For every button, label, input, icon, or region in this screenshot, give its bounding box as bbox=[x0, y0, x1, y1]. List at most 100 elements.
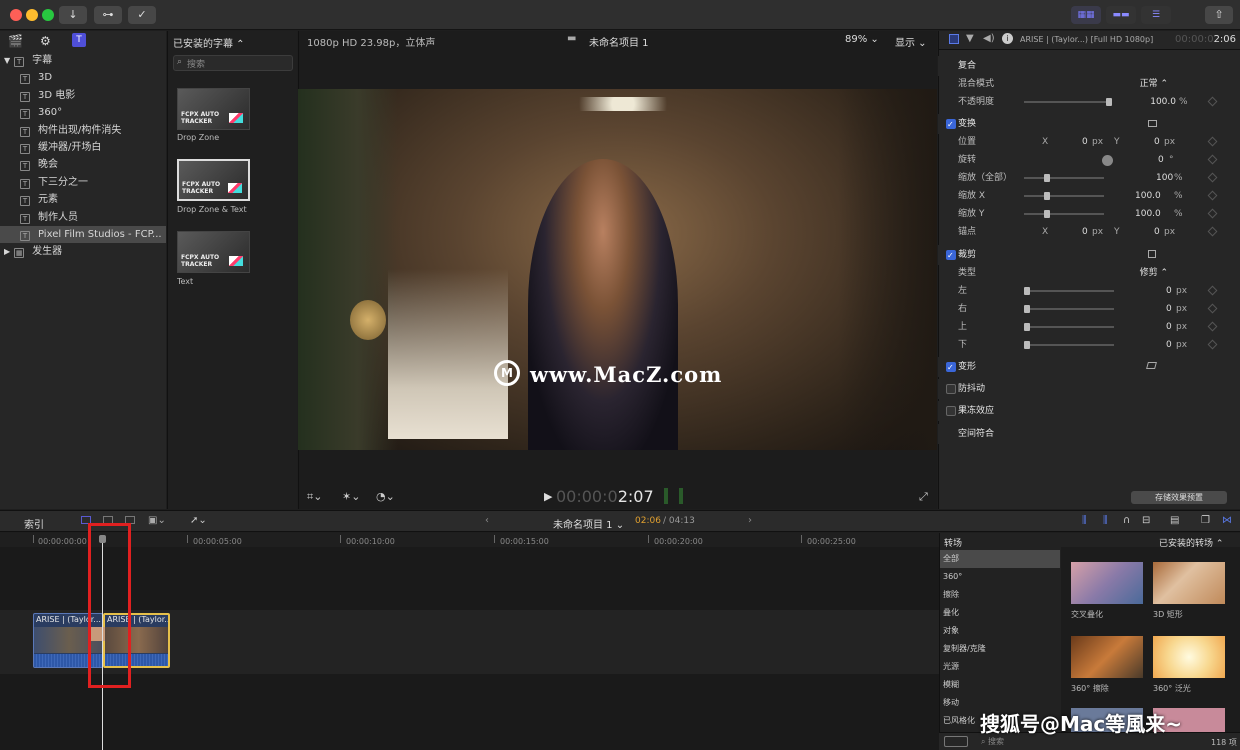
timeline-ruler[interactable] bbox=[0, 533, 939, 547]
anchor-y-value[interactable]: 0 bbox=[1154, 223, 1160, 241]
tree-item[interactable]: T 构件出现/构件消失 bbox=[0, 122, 166, 139]
keyframe-icon[interactable] bbox=[1207, 172, 1218, 183]
background-tasks-button[interactable]: ✓ bbox=[128, 6, 156, 24]
audio-inspector-icon[interactable]: ◀) bbox=[983, 33, 995, 44]
title-thumbnail-drop-zone[interactable]: FCPX AUTO TRACKER bbox=[177, 88, 250, 130]
snapping-icon[interactable]: ⊟ bbox=[1142, 515, 1150, 526]
transition-category-item[interactable]: 光源 bbox=[940, 658, 1060, 676]
scale-y-value[interactable]: 100.0 bbox=[1135, 205, 1161, 223]
play-button[interactable]: ▶ bbox=[544, 490, 552, 503]
crop-bottom-row[interactable]: 下 0 px bbox=[938, 336, 1240, 354]
inspector-toggle-icon[interactable]: ☰ bbox=[1141, 6, 1171, 24]
crop-right-value[interactable]: 0 bbox=[1166, 300, 1172, 318]
keywords-button[interactable]: ⊶ bbox=[94, 6, 122, 24]
crop-type-row[interactable]: 类型 修剪 ⌃ bbox=[938, 264, 1240, 282]
crop-left-value[interactable]: 0 bbox=[1166, 282, 1172, 300]
overwrite-menu-icon[interactable]: ▣⌄ bbox=[148, 515, 166, 526]
share-button[interactable]: ⇧ bbox=[1205, 6, 1233, 24]
transition-thumb-3d-rectangle[interactable] bbox=[1153, 562, 1225, 604]
rotation-row[interactable]: 旋转 0 ° bbox=[938, 151, 1240, 169]
tree-item[interactable]: T 缓冲器/开场白 bbox=[0, 139, 166, 156]
index-button[interactable]: 索引 bbox=[24, 516, 44, 531]
keyframe-icon[interactable] bbox=[1207, 303, 1218, 314]
browser-search-input[interactable]: ⌕ 搜索 bbox=[173, 55, 293, 71]
video-inspector-icon[interactable] bbox=[949, 34, 959, 44]
save-effects-preset-button[interactable]: 存储效果预置 bbox=[1131, 491, 1227, 504]
history-back-icon[interactable]: ‹ bbox=[485, 515, 489, 526]
zoom-window-button[interactable] bbox=[42, 9, 54, 21]
title-thumbnail-drop-zone-text[interactable]: FCPX AUTO TRACKER bbox=[177, 159, 250, 201]
clip-appearance-icon[interactable]: ▤ bbox=[1170, 515, 1179, 526]
blend-mode-row[interactable]: 混合模式 正常 ⌃ bbox=[938, 75, 1240, 93]
transform-onscreen-icon[interactable] bbox=[1148, 120, 1157, 127]
anchor-x-value[interactable]: 0 bbox=[1082, 223, 1088, 241]
timeline-toggle-icon[interactable]: ▬▬ bbox=[1106, 6, 1136, 24]
crop-right-slider[interactable] bbox=[1024, 305, 1114, 313]
keyframe-icon[interactable] bbox=[1207, 285, 1218, 296]
rolling-shutter-checkbox[interactable] bbox=[946, 406, 956, 416]
transitions-search[interactable]: ⌕ 搜索 bbox=[981, 736, 1004, 747]
display-menu[interactable]: 显示 ⌄ bbox=[895, 34, 927, 49]
crop-right-row[interactable]: 右 0 px bbox=[938, 300, 1240, 318]
video-audio-skimming-icon[interactable]: ⫼ bbox=[1082, 515, 1087, 526]
title-thumbnail-text[interactable]: FCPX AUTO TRACKER bbox=[177, 231, 250, 273]
crop-type-value[interactable]: 修剪 ⌃ bbox=[1140, 264, 1168, 282]
timeline-project-menu[interactable]: 未命名项目 1 ⌄ bbox=[553, 516, 624, 531]
disclosure-arrow-icon[interactable]: ▶ bbox=[4, 247, 10, 256]
transition-category-item[interactable]: 全部 bbox=[940, 550, 1060, 568]
distort-checkbox[interactable] bbox=[946, 358, 956, 378]
transition-category-item[interactable]: 对象 bbox=[940, 622, 1060, 640]
titles-generators-icon[interactable]: ⚙ bbox=[40, 34, 51, 48]
transition-thumb-cross-dissolve[interactable] bbox=[1071, 562, 1143, 604]
anchor-row[interactable]: 锚点 X 0 px Y 0 px bbox=[938, 223, 1240, 241]
spatial-conform-section[interactable]: 空间符合 bbox=[938, 424, 1240, 444]
info-inspector-icon[interactable]: i bbox=[1002, 33, 1013, 44]
position-x-value[interactable]: 0 bbox=[1082, 133, 1088, 151]
keyframe-icon[interactable] bbox=[1207, 321, 1218, 332]
tree-item[interactable]: ▼ T 字幕 bbox=[0, 52, 166, 69]
transform-checkbox[interactable] bbox=[946, 115, 956, 135]
scale-y-slider[interactable] bbox=[1024, 210, 1104, 218]
tree-item[interactable]: T 元素 bbox=[0, 191, 166, 208]
photos-audio-icon[interactable]: 🎬 bbox=[8, 34, 23, 48]
transition-thumb-360-bloom[interactable] bbox=[1153, 636, 1225, 678]
crop-checkbox[interactable] bbox=[946, 246, 956, 266]
opacity-slider[interactable] bbox=[1024, 98, 1112, 106]
blend-value[interactable]: 正常 ⌃ bbox=[1140, 75, 1168, 93]
crop-top-row[interactable]: 上 0 px bbox=[938, 318, 1240, 336]
position-y-value[interactable]: 0 bbox=[1154, 133, 1160, 151]
tree-item[interactable]: T 制作人员 bbox=[0, 209, 166, 226]
effects-browser-icon[interactable]: ❐ bbox=[1201, 515, 1210, 526]
position-row[interactable]: 位置 X 0 px Y 0 px bbox=[938, 133, 1240, 151]
titles-tab-icon[interactable]: T bbox=[72, 33, 86, 47]
crop-bottom-slider[interactable] bbox=[1024, 341, 1114, 349]
tree-item[interactable]: ▶ ▦ 发生器 bbox=[0, 243, 166, 260]
tree-item[interactable]: T 360° bbox=[0, 104, 166, 121]
tree-item[interactable]: T Pixel Film Studios - FCP... bbox=[0, 226, 166, 243]
crop-section[interactable]: 裁剪 bbox=[938, 245, 1240, 266]
keyframe-icon[interactable] bbox=[1207, 136, 1218, 147]
transform-section[interactable]: 变换 bbox=[938, 114, 1240, 135]
stabilization-checkbox[interactable] bbox=[946, 384, 956, 394]
tree-item[interactable]: T 晚会 bbox=[0, 156, 166, 173]
crop-left-row[interactable]: 左 0 px bbox=[938, 282, 1240, 300]
tree-item[interactable]: T 下三分之一 bbox=[0, 174, 166, 191]
transition-category-item[interactable]: 360° bbox=[940, 568, 1060, 586]
rotation-dial-icon[interactable] bbox=[1102, 155, 1113, 166]
crop-top-value[interactable]: 0 bbox=[1166, 318, 1172, 336]
retime-speed-icon[interactable]: ◔⌄ bbox=[376, 490, 395, 503]
opacity-value[interactable]: 100.0 bbox=[1150, 93, 1176, 111]
audio-skimming-icon[interactable]: ⫼ bbox=[1103, 515, 1108, 526]
transform-tools-icon[interactable]: ⌗⌄ bbox=[307, 490, 322, 504]
transition-thumb-360-wipe[interactable] bbox=[1071, 636, 1143, 678]
scale-all-slider[interactable] bbox=[1024, 174, 1104, 182]
transition-category-item[interactable]: 复制器/克隆 bbox=[940, 640, 1060, 658]
crop-top-slider[interactable] bbox=[1024, 323, 1114, 331]
crop-left-slider[interactable] bbox=[1024, 287, 1114, 295]
close-window-button[interactable] bbox=[10, 9, 22, 21]
stabilization-section[interactable]: 防抖动 bbox=[938, 379, 1240, 399]
keyframe-icon[interactable] bbox=[1207, 226, 1218, 237]
transition-category-item[interactable]: 叠化 bbox=[940, 604, 1060, 622]
scale-x-slider[interactable] bbox=[1024, 192, 1104, 200]
keyframe-icon[interactable] bbox=[1207, 208, 1218, 219]
